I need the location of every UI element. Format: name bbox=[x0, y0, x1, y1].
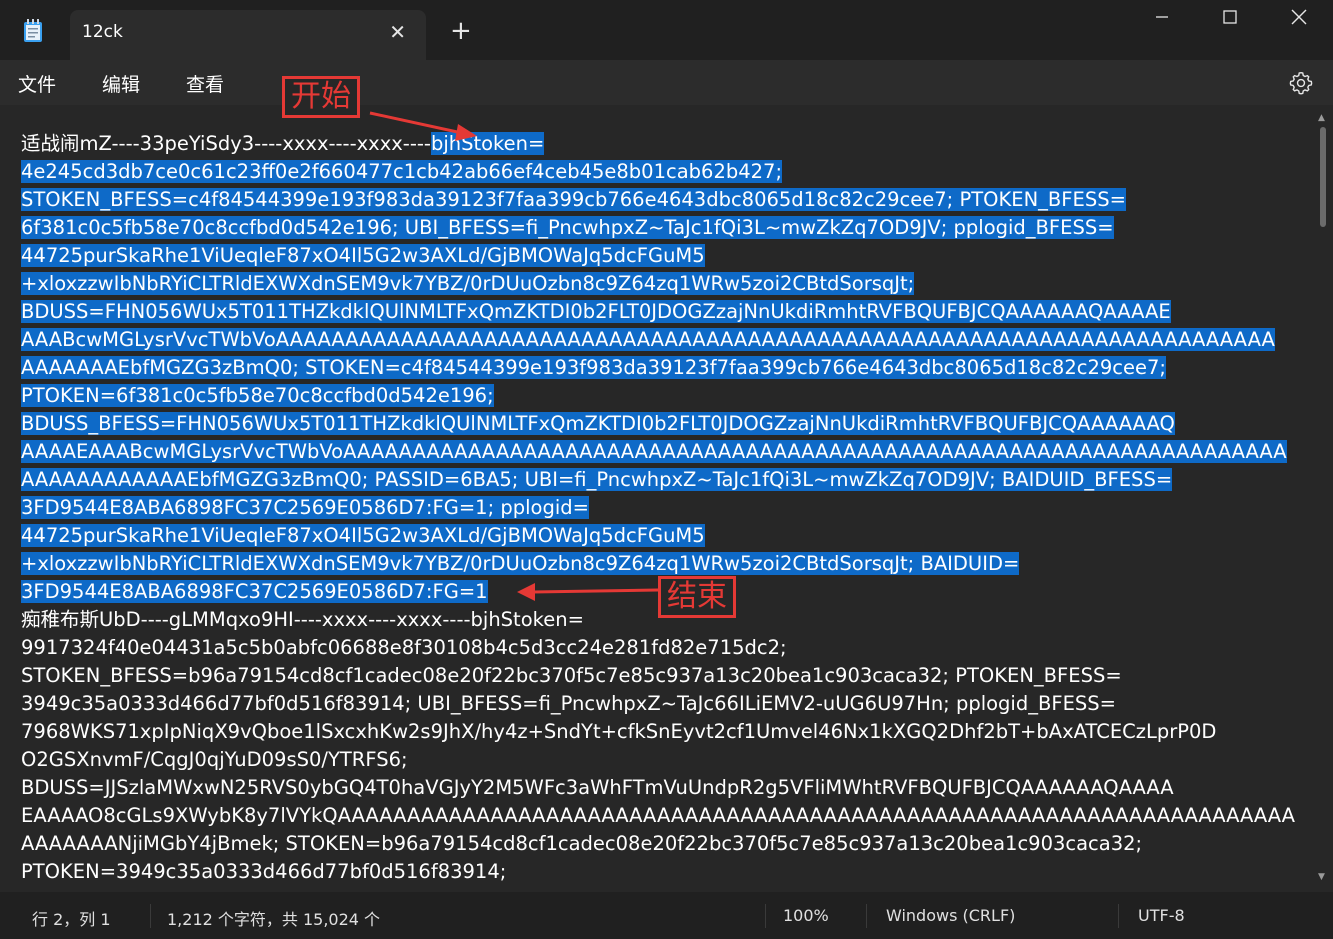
zoom-level[interactable]: 100% bbox=[783, 906, 829, 925]
menu-bar: 文件 编辑 查看 bbox=[0, 60, 1333, 105]
selected-text: AAAAAAAEbfMGZG3zBmQ0; STOKEN=c4f84544399… bbox=[21, 356, 1166, 379]
tab-title: 12ck bbox=[82, 22, 123, 42]
maximize-icon bbox=[1223, 10, 1237, 24]
status-bar: 行 2，列 1 1,212 个字符，共 15,024 个 100% Window… bbox=[0, 892, 1333, 939]
text-line: 4e245cd3db7ce0c61c23ff0e2f660477c1cb42ab… bbox=[21, 158, 1313, 186]
text-line: BDUSS_BFESS=FHN056WUx5T011THZkdklQUlNMLT… bbox=[21, 410, 1313, 438]
text-line: 7968WKS71xpIpNiqX9vQboe1lSxcxhKw2s9JhX/h… bbox=[21, 718, 1313, 746]
vertical-scrollbar-thumb[interactable] bbox=[1320, 127, 1326, 227]
cursor-position: 行 2，列 1 bbox=[32, 910, 111, 929]
text-line: AAAAAAANjiMGbY4jBmek; STOKEN=b96a79154cd… bbox=[21, 830, 1313, 858]
line-text: PTOKEN=3949c35a0333d466d77bf0d516f83914; bbox=[21, 860, 507, 883]
selected-text: 4e245cd3db7ce0c61c23ff0e2f660477c1cb42ab… bbox=[21, 160, 783, 183]
selected-text: STOKEN_BFESS=c4f84544399e193f983da39123f… bbox=[21, 188, 1126, 211]
text-line: 3949c35a0333d466d77bf0d516f83914; UBI_BF… bbox=[21, 690, 1313, 718]
text-line: BDUSS=FHN056WUx5T011THZkdklQUlNMLTFxQmZK… bbox=[21, 298, 1313, 326]
notepad-icon bbox=[24, 19, 42, 42]
text-line: 44725purSkaRhe1ViUeqleF87xO4Il5G2w3AXLd/… bbox=[21, 522, 1313, 550]
minimize-button[interactable] bbox=[1127, 0, 1197, 34]
editor-text[interactable]: 适战闹mZ----33peYiSdy3----xxxx----xxxx----b… bbox=[21, 130, 1313, 886]
text-line: O2GSXnvmF/CqgJ0qjYuD09sS0/YTRFS6; bbox=[21, 746, 1313, 774]
line-text: 3949c35a0333d466d77bf0d516f83914; UBI_BF… bbox=[21, 692, 1116, 715]
line-text: 适战闹mZ----33peYiSdy3----xxxx----xxxx---- bbox=[21, 132, 431, 155]
text-line: 适战闹mZ----33peYiSdy3----xxxx----xxxx----b… bbox=[21, 130, 1313, 158]
selected-text: 6f381c0c5fb58e70c8ccfbd0d542e196; UBI_BF… bbox=[21, 216, 1114, 239]
status-divider bbox=[1118, 904, 1119, 928]
selected-text: +xloxzzwIbNbRYiCLTRldEXWXdnSEM9vk7YBZ/0r… bbox=[21, 552, 1020, 575]
text-line: EAAAAO8cGLs9XWybK8y7lVYkQAAAAAAAAAAAAAAA… bbox=[21, 802, 1313, 830]
selected-text: BDUSS=FHN056WUx5T011THZkdklQUlNMLTFxQmZK… bbox=[21, 300, 1171, 323]
text-line: BDUSS=JJSzlaMWxwN25RVS0ybGQ4T0haVGJyY2M5… bbox=[21, 774, 1313, 802]
text-line: +xloxzzwIbNbRYiCLTRldEXWXdnSEM9vk7YBZ/0r… bbox=[21, 270, 1313, 298]
line-text: AAAAAAANjiMGbY4jBmek; STOKEN=b96a79154cd… bbox=[21, 832, 1143, 855]
selected-text: 44725purSkaRhe1ViUeqleF87xO4Il5G2w3AXLd/… bbox=[21, 244, 705, 267]
text-line: AAAAEAAABcwMGLysrVvcTWbVoAAAAAAAAAAAAAAA… bbox=[21, 438, 1313, 466]
scroll-up-icon[interactable]: ▲ bbox=[1318, 113, 1325, 123]
line-ending[interactable]: Windows (CRLF) bbox=[886, 906, 1015, 925]
text-line: 6f381c0c5fb58e70c8ccfbd0d542e196; UBI_BF… bbox=[21, 214, 1313, 242]
line-text: 9917324f40e04431a5c5b0abfc06688e8f30108b… bbox=[21, 636, 787, 659]
tab-12ck[interactable]: 12ck ✕ bbox=[70, 10, 426, 60]
line-text: BDUSS=JJSzlaMWxwN25RVS0ybGQ4T0haVGJyY2M5… bbox=[21, 776, 1174, 799]
text-line: AAABcwMGLysrVvcTWbVoAAAAAAAAAAAAAAAAAAAA… bbox=[21, 326, 1313, 354]
close-window-button[interactable] bbox=[1264, 0, 1333, 34]
line-text: EAAAAO8cGLs9XWybK8y7lVYkQAAAAAAAAAAAAAAA… bbox=[21, 804, 1295, 827]
text-line: +xloxzzwIbNbRYiCLTRldEXWXdnSEM9vk7YBZ/0r… bbox=[21, 550, 1313, 578]
text-line: 9917324f40e04431a5c5b0abfc06688e8f30108b… bbox=[21, 634, 1313, 662]
status-divider bbox=[150, 904, 151, 928]
text-line: AAAAAAAAAAAAEbfMGZG3zBmQ0; PASSID=6BA5; … bbox=[21, 466, 1313, 494]
line-text: STOKEN_BFESS=b96a79154cd8cf1cadec08e20f2… bbox=[21, 664, 1122, 687]
selected-text: BDUSS_BFESS=FHN056WUx5T011THZkdklQUlNMLT… bbox=[21, 412, 1175, 435]
selected-text: 3FD9544E8ABA6898FC37C2569E0586D7:FG=1 bbox=[21, 580, 488, 603]
status-divider bbox=[866, 904, 867, 928]
selected-text: 44725purSkaRhe1ViUeqleF87xO4Il5G2w3AXLd/… bbox=[21, 524, 705, 547]
text-line: PTOKEN=3949c35a0333d466d77bf0d516f83914; bbox=[21, 858, 1313, 886]
selected-text: 3FD9544E8ABA6898FC37C2569E0586D7:FG=1; p… bbox=[21, 496, 589, 519]
line-text: 7968WKS71xpIpNiqX9vQboe1lSxcxhKw2s9JhX/h… bbox=[21, 720, 1217, 743]
selected-text: AAABcwMGLysrVvcTWbVoAAAAAAAAAAAAAAAAAAAA… bbox=[21, 328, 1275, 351]
settings-gear-icon[interactable] bbox=[1288, 70, 1314, 96]
line-text: O2GSXnvmF/CqgJ0qjYuD09sS0/YTRFS6; bbox=[21, 748, 408, 771]
close-icon bbox=[1291, 9, 1307, 25]
annotation-start-label: 开始 bbox=[282, 76, 360, 118]
scroll-down-icon[interactable]: ▼ bbox=[1318, 872, 1325, 882]
menu-file[interactable]: 文件 bbox=[14, 68, 60, 99]
status-divider bbox=[765, 904, 766, 928]
title-bar: 12ck ✕ + bbox=[0, 0, 1333, 60]
selected-text: AAAAEAAABcwMGLysrVvcTWbVoAAAAAAAAAAAAAAA… bbox=[21, 440, 1287, 463]
tab-close-icon[interactable]: ✕ bbox=[389, 20, 406, 44]
menu-view[interactable]: 查看 bbox=[182, 68, 228, 99]
text-line: 3FD9544E8ABA6898FC37C2569E0586D7:FG=1; p… bbox=[21, 494, 1313, 522]
text-editor[interactable]: 适战闹mZ----33peYiSdy3----xxxx----xxxx----b… bbox=[0, 105, 1333, 892]
text-line: STOKEN_BFESS=b96a79154cd8cf1cadec08e20f2… bbox=[21, 662, 1313, 690]
line-text: 痴稚布斯UbD----gLMMqxo9HI----xxxx----xxxx---… bbox=[21, 608, 584, 631]
annotation-end-label: 结束 bbox=[658, 576, 736, 618]
minimize-icon bbox=[1156, 16, 1168, 18]
selected-text: +xloxzzwIbNbRYiCLTRldEXWXdnSEM9vk7YBZ/0r… bbox=[21, 272, 915, 295]
new-tab-icon[interactable]: + bbox=[450, 16, 472, 46]
text-line: 44725purSkaRhe1ViUeqleF87xO4Il5G2w3AXLd/… bbox=[21, 242, 1313, 270]
selected-text: bjhStoken= bbox=[430, 132, 545, 155]
encoding[interactable]: UTF-8 bbox=[1138, 906, 1185, 925]
text-line: STOKEN_BFESS=c4f84544399e193f983da39123f… bbox=[21, 186, 1313, 214]
selected-text: AAAAAAAAAAAAEbfMGZG3zBmQ0; PASSID=6BA5; … bbox=[21, 468, 1173, 491]
selected-text: PTOKEN=6f381c0c5fb58e70c8ccfbd0d542e196; bbox=[21, 384, 494, 407]
menu-edit[interactable]: 编辑 bbox=[98, 68, 144, 99]
text-line: PTOKEN=6f381c0c5fb58e70c8ccfbd0d542e196; bbox=[21, 382, 1313, 410]
maximize-button[interactable] bbox=[1195, 0, 1265, 34]
character-count: 1,212 个字符，共 15,024 个 bbox=[167, 910, 381, 929]
text-line: AAAAAAAEbfMGZG3zBmQ0; STOKEN=c4f84544399… bbox=[21, 354, 1313, 382]
